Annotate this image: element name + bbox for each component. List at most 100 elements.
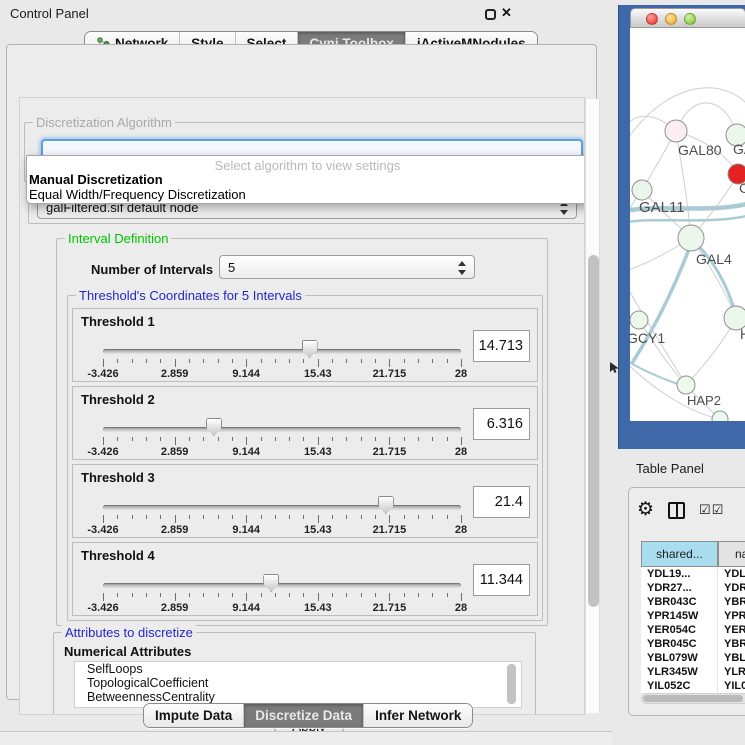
tick-mark — [275, 359, 276, 363]
table-cell[interactable]: YER054C — [641, 623, 718, 637]
tick-mark — [461, 515, 462, 523]
tick-mark — [303, 593, 304, 597]
tick-mark — [103, 359, 104, 367]
table-row[interactable]: YPR145WYPR1... — [641, 609, 745, 623]
slider-thumb[interactable] — [263, 574, 279, 592]
threshold-label: Threshold 2 — [81, 392, 155, 407]
tab-infer-network[interactable]: Infer Network — [364, 704, 472, 727]
tab-impute-data[interactable]: Impute Data — [144, 704, 244, 727]
table-hscrollbar[interactable] — [641, 693, 745, 704]
table-cell[interactable]: YDL1... — [718, 567, 745, 581]
threshold-value-input[interactable]: 14.713 — [473, 330, 530, 362]
close-icon[interactable]: ✕ — [501, 5, 512, 21]
slider-thumb[interactable] — [302, 340, 318, 358]
list-item[interactable]: SelfLoops — [75, 662, 521, 676]
table-row[interactable]: YBL079WYBL0... — [641, 651, 745, 665]
gear-icon[interactable]: ⚙ — [637, 500, 654, 520]
table-cell[interactable]: YBR0... — [718, 595, 745, 609]
table-cell[interactable]: YPR145W — [641, 609, 718, 623]
tick-mark — [117, 593, 118, 597]
table-cell[interactable]: YBL0... — [718, 651, 745, 665]
slider-track[interactable] — [103, 427, 461, 432]
network-canvas[interactable]: GAL80GACGAL11GAL4GCY1HHAP2 — [630, 28, 745, 421]
table-cell[interactable]: YIL0... — [718, 679, 745, 693]
network-node[interactable] — [632, 180, 652, 200]
table-cell[interactable]: YDR27... — [641, 581, 718, 595]
main-scrollbar-thumb[interactable] — [588, 255, 599, 607]
slider-track[interactable] — [103, 505, 461, 510]
tick-mark — [189, 359, 190, 363]
column-header[interactable]: na... — [718, 541, 745, 567]
split-view-icon[interactable] — [668, 502, 685, 519]
table-cell[interactable]: YLR345W — [641, 665, 718, 679]
slider-track[interactable] — [103, 583, 461, 588]
tick-mark — [346, 437, 347, 441]
float-window-icon[interactable] — [485, 9, 496, 20]
network-node[interactable] — [665, 120, 687, 142]
numerical-attributes-list[interactable]: SelfLoopsTopologicalCoefficientBetweenne… — [74, 661, 522, 708]
tick-mark — [346, 515, 347, 519]
network-node[interactable] — [630, 311, 648, 329]
tick-label: 28 — [455, 602, 467, 614]
table-row[interactable]: YBR045CYBR0... — [641, 637, 745, 651]
network-node[interactable] — [712, 411, 728, 421]
slider-track[interactable] — [103, 349, 461, 354]
slider-ticks — [103, 515, 461, 524]
network-edge[interactable] — [686, 318, 736, 385]
table-cell[interactable]: YPR1... — [718, 609, 745, 623]
threshold-value-input[interactable]: 21.4 — [473, 486, 530, 518]
interval-count-value: 5 — [228, 260, 235, 275]
tab-discretize-data[interactable]: Discretize Data — [244, 704, 364, 727]
table-row[interactable]: YER054CYER0... — [641, 623, 745, 637]
zoom-traffic-light[interactable] — [684, 13, 696, 25]
checkbox-icons[interactable]: ☑☑ — [699, 502, 724, 518]
column-header[interactable]: shared... — [641, 541, 718, 567]
table-cell[interactable]: YIL052C — [641, 679, 718, 693]
algorithm-option[interactable]: Equal Width/Frequency Discretization — [29, 187, 246, 202]
list-item[interactable]: TopologicalCoefficient — [75, 676, 521, 690]
network-titlebar[interactable] — [630, 8, 745, 28]
tick-mark — [275, 515, 276, 519]
tick-mark — [303, 437, 304, 441]
tick-label: -3.426 — [87, 524, 118, 536]
table-cell[interactable]: YLR3... — [718, 665, 745, 679]
threshold-value-input[interactable]: 11.344 — [473, 564, 530, 596]
node-table[interactable]: shared...na... YDL19...YDL1...YDR27...YD… — [641, 541, 745, 693]
slider-tick-labels: -3.4262.8599.14415.4321.71528 — [103, 602, 461, 614]
table-cell[interactable]: YER0... — [718, 623, 745, 637]
tick-label: 2.859 — [161, 602, 189, 614]
tick-label: -3.426 — [87, 446, 118, 458]
table-row[interactable]: YLR345WYLR3... — [641, 665, 745, 679]
table-cell[interactable]: YDL19... — [641, 567, 718, 581]
table-cell[interactable]: YBR045C — [641, 637, 718, 651]
minimize-traffic-light[interactable] — [665, 13, 677, 25]
table-row[interactable]: YDL19...YDL1... — [641, 567, 745, 581]
mouse-cursor — [610, 362, 620, 374]
slider-thumb[interactable] — [378, 496, 394, 514]
main-scrollbar[interactable] — [585, 99, 600, 713]
network-node[interactable] — [677, 376, 695, 394]
tick-mark — [275, 437, 276, 441]
number-of-intervals-combobox[interactable]: 5 — [219, 255, 475, 279]
network-edge[interactable] — [691, 238, 736, 318]
thresholds-group: Threshold's Coordinates for 5 Intervals … — [67, 295, 543, 621]
table-cell[interactable]: YDR2... — [718, 581, 745, 595]
table-row[interactable]: YDR27...YDR2... — [641, 581, 745, 595]
table-row[interactable]: YBR043CYBR0... — [641, 595, 745, 609]
table-cell[interactable]: YBR0... — [718, 637, 745, 651]
network-node[interactable] — [678, 225, 704, 251]
table-row[interactable]: YIL052CYIL0... — [641, 679, 745, 693]
list-scrollbar[interactable] — [507, 664, 516, 704]
network-edge[interactable] — [630, 215, 745, 222]
threshold-value-input[interactable]: 6.316 — [473, 408, 530, 440]
table-cell[interactable]: YBR043C — [641, 595, 718, 609]
algorithm-hint: Select algorithm to view settings — [27, 158, 585, 173]
list-item[interactable]: BetweennessCentrality — [75, 690, 521, 704]
tick-label: 28 — [455, 446, 467, 458]
slider-thumb[interactable] — [206, 418, 222, 436]
table-hscrollbar-thumb[interactable] — [643, 695, 743, 702]
algorithm-option[interactable]: Manual Discretization — [29, 172, 163, 187]
close-traffic-light[interactable] — [646, 13, 658, 25]
panel-title: Control Panel — [10, 6, 89, 21]
table-cell[interactable]: YBL079W — [641, 651, 718, 665]
